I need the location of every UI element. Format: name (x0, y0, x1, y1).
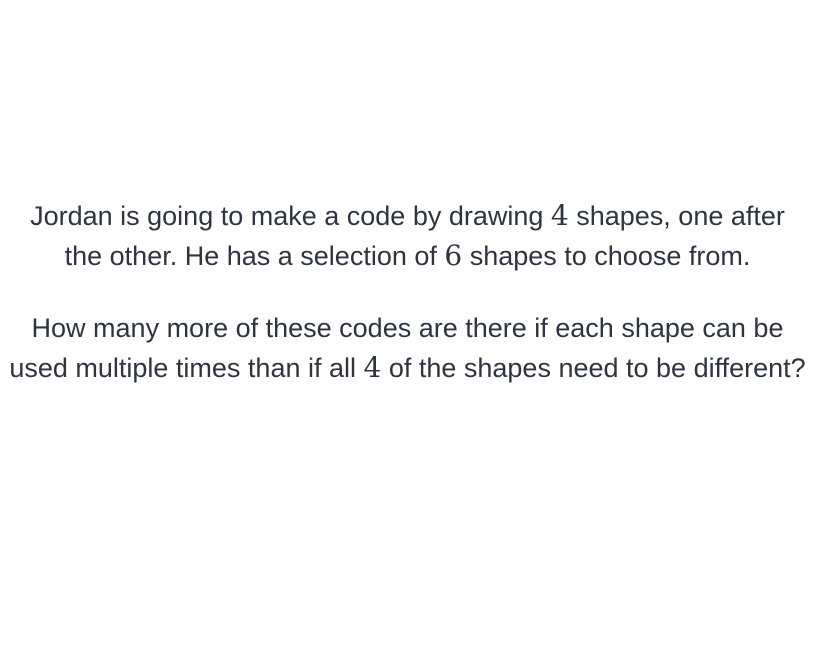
question-context-paragraph: Jordan is going to make a code by drawin… (0, 196, 815, 276)
context-text-part-3: shapes to choose from. (462, 241, 751, 271)
number-of-different-shapes: 4 (363, 351, 382, 384)
number-of-shapes-drawn: 4 (550, 199, 569, 232)
prompt-text-part-2: of the shapes need to be different? (381, 353, 806, 383)
context-text-part-1: Jordan is going to make a code by drawin… (30, 201, 551, 231)
question-prompt-paragraph: How many more of these codes are there i… (0, 308, 815, 388)
question-text: Jordan is going to make a code by drawin… (0, 196, 815, 388)
number-of-shapes-available: 6 (444, 239, 463, 272)
